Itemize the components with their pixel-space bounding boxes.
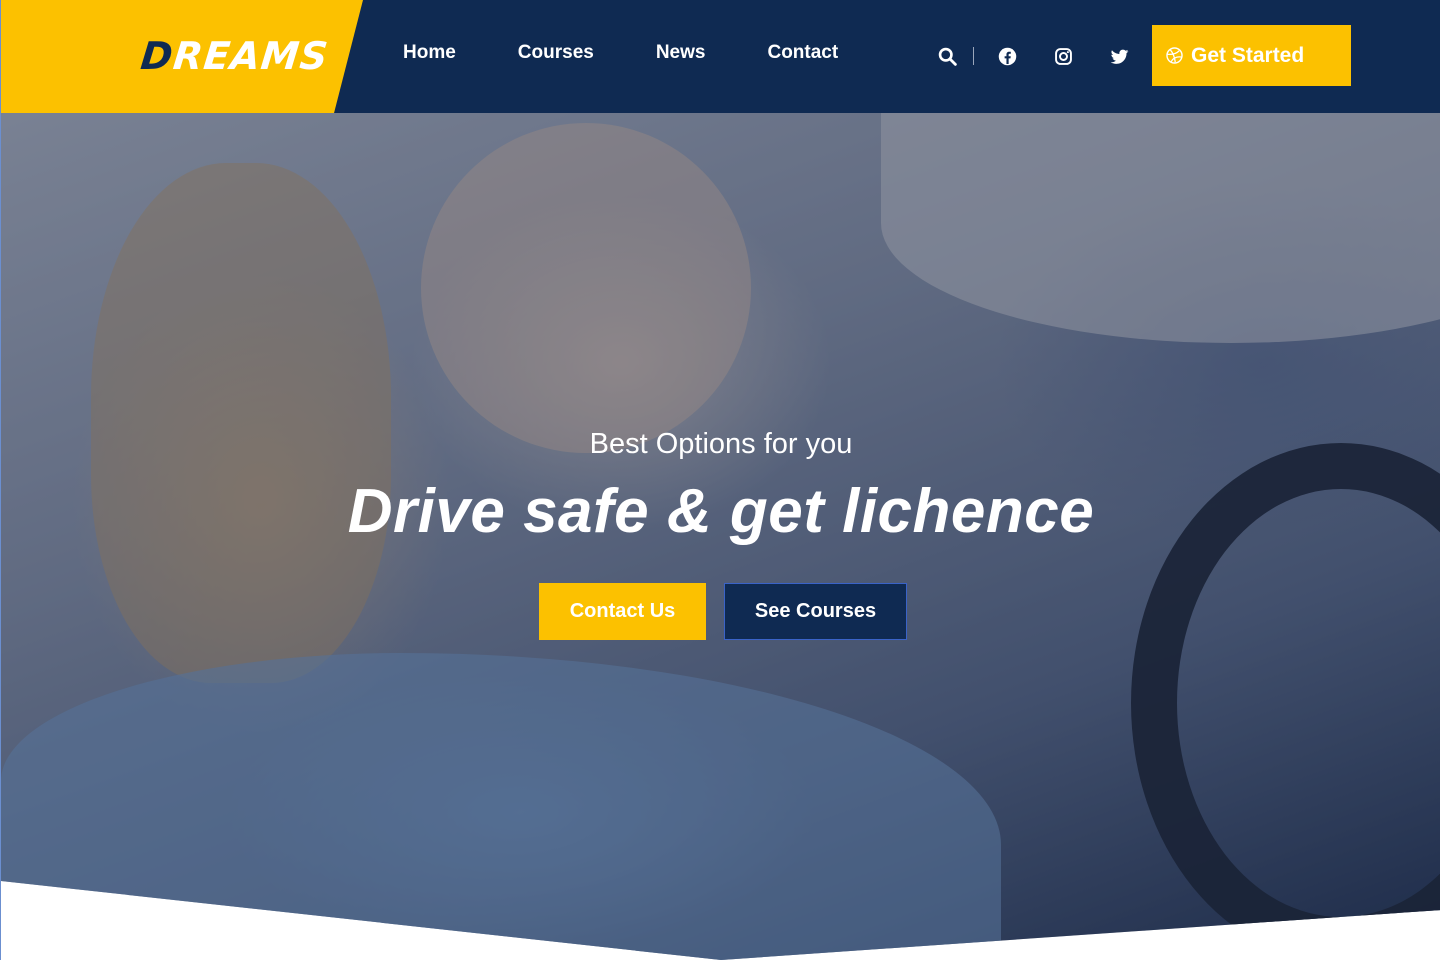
nav-item-contact[interactable]: Contact [767,40,838,66]
facebook-icon[interactable] [995,44,1019,68]
hero-title: Drive safe & get lichence [347,477,1095,546]
dribbble-icon [1166,47,1183,64]
main-nav: Home Courses News Contact [403,40,900,66]
nav-item-home[interactable]: Home [403,40,456,66]
logo-first-letter: D [138,34,176,78]
nav-item-news[interactable]: News [656,40,706,66]
page: DREAMS Home Courses News Contact Get Sta… [0,0,1440,960]
contact-us-button[interactable]: Contact Us [539,583,706,640]
instagram-icon[interactable] [1051,44,1075,68]
icon-divider [973,47,974,65]
get-started-label: Get Started [1191,43,1305,67]
header-icons [935,43,1131,69]
nav-item-courses[interactable]: Courses [518,40,594,66]
site-header: DREAMS Home Courses News Contact Get Sta… [1,0,1440,113]
twitter-icon[interactable] [1107,44,1131,68]
see-courses-button[interactable]: See Courses [724,583,907,640]
logo[interactable]: DREAMS [138,30,331,82]
search-icon[interactable] [935,44,959,68]
hero-subtitle: Best Options for you [589,428,853,460]
hero-section: Best Options for you Drive safe & get li… [1,113,1440,960]
get-started-button[interactable]: Get Started [1152,25,1351,86]
logo-rest: REAMS [171,34,331,78]
